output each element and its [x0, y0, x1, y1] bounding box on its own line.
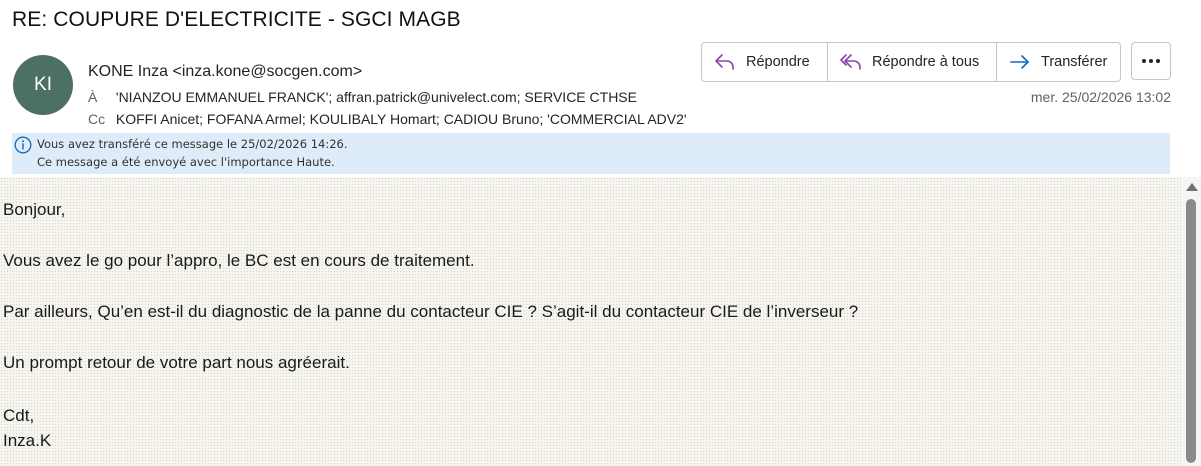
to-label: À	[88, 89, 98, 105]
message-actions: Répondre Répondre à tous Transférer	[701, 42, 1121, 82]
scroll-up-arrow-icon[interactable]	[1186, 183, 1198, 191]
body-paragraph-3: Un prompt retour de votre part nous agré…	[3, 353, 350, 372]
info-bar: Vous avez transféré ce message le 25/02/…	[12, 133, 1170, 174]
body-paragraph-1: Vous avez le go pour l’appro, le BC est …	[3, 251, 475, 270]
forwarded-notice: Vous avez transféré ce message le 25/02/…	[37, 137, 348, 151]
cc-recipients-list[interactable]: KOFFI Anicet; FOFANA Armel; KOULIBALY Ho…	[116, 111, 687, 127]
reply-all-icon	[840, 54, 861, 70]
sender-avatar[interactable]: KI	[13, 55, 73, 115]
message-body: Bonjour, Vous avez le go pour l’appro, l…	[0, 177, 1181, 466]
cc-label: Cc	[88, 111, 106, 127]
sender-name[interactable]: KONE Inza <inza.kone@socgen.com>	[88, 63, 362, 81]
reply-icon	[715, 54, 734, 70]
forward-arrow-icon	[1010, 55, 1029, 69]
importance-notice: Ce message a été envoyé avec l'importanc…	[37, 155, 335, 169]
forward-button[interactable]: Transférer	[996, 43, 1120, 81]
reply-label: Répondre	[746, 54, 810, 70]
reply-all-button[interactable]: Répondre à tous	[827, 43, 996, 81]
body-signature: Inza.K	[3, 431, 52, 450]
to-recipients: À 'NIANZOU EMMANUEL FRANCK'; affran.patr…	[88, 89, 637, 105]
cc-recipients: Cc KOFFI Anicet; FOFANA Armel; KOULIBALY…	[88, 111, 687, 127]
email-subject: RE: COUPURE D'ELECTRICITE - SGCI MAGB	[12, 8, 461, 31]
forward-label: Transférer	[1041, 54, 1108, 70]
reply-button[interactable]: Répondre	[702, 43, 827, 81]
to-recipients-list[interactable]: 'NIANZOU EMMANUEL FRANCK'; affran.patric…	[116, 89, 637, 105]
email-reading-pane: RE: COUPURE D'ELECTRICITE - SGCI MAGB KI…	[0, 0, 1201, 466]
scroll-thumb[interactable]	[1186, 199, 1196, 463]
body-paragraph-2: Par ailleurs, Qu’en est-il du diagnostic…	[3, 302, 859, 321]
more-options-icon	[1142, 59, 1160, 63]
reply-all-label: Répondre à tous	[872, 54, 980, 70]
info-icon	[14, 136, 32, 154]
body-closing: Cdt,	[3, 406, 35, 425]
more-actions-button[interactable]	[1131, 42, 1171, 80]
sent-date: mer. 25/02/2026 13:02	[1030, 89, 1171, 105]
body-greeting: Bonjour,	[3, 200, 66, 219]
vertical-scrollbar[interactable]	[1181, 177, 1201, 466]
